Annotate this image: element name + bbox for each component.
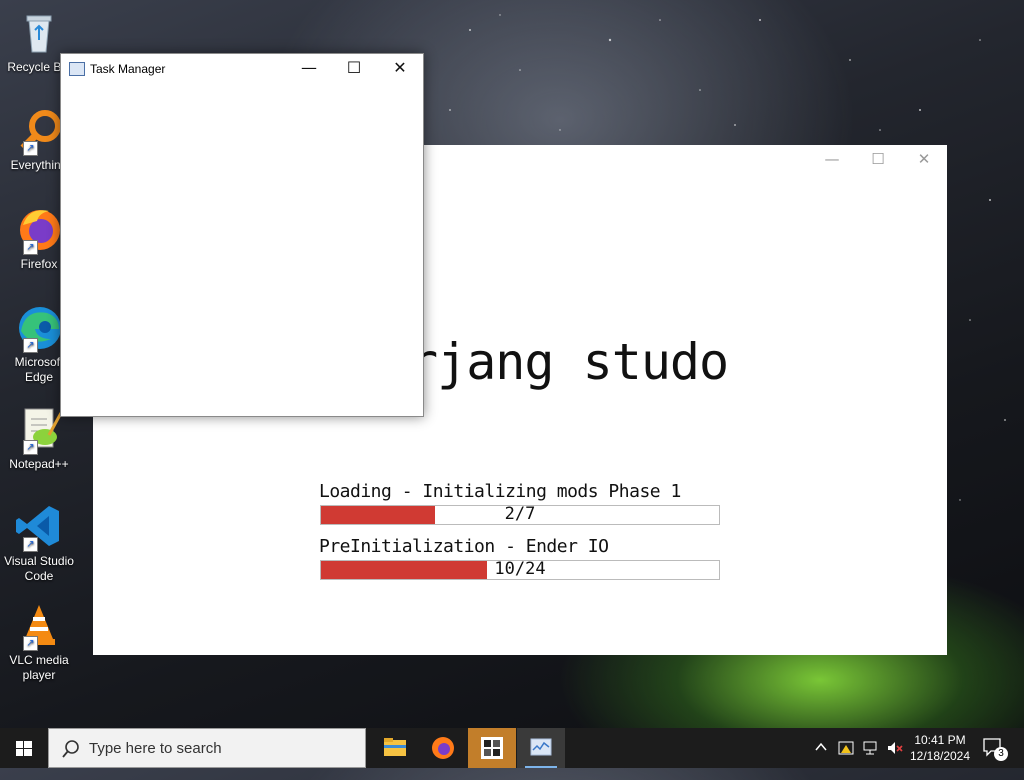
desktop-icon-label: VLC media player (9, 653, 69, 682)
maximize-button[interactable]: ☐ (331, 54, 377, 84)
search-icon (62, 740, 79, 758)
task-manager-window[interactable]: Task Manager — ☐ ✕ (60, 53, 424, 417)
taskbar: Type here to search 10:41 PM 12/18/2024 … (0, 728, 1024, 768)
task-manager-icon (530, 738, 552, 756)
edge-icon: ↗ (15, 303, 63, 353)
close-button[interactable]: ✕ (377, 54, 423, 84)
taskbar-firefox[interactable] (419, 728, 467, 768)
preinit-label: PreInitialization - Ender IO (319, 536, 609, 557)
taskbar-game-app[interactable] (468, 728, 516, 768)
game-maximize-button[interactable]: ☐ (855, 145, 901, 173)
studio-title: rjang studo (408, 333, 729, 391)
notepadpp-icon: ↗ (15, 405, 63, 455)
game-close-button[interactable]: ✕ (901, 145, 947, 173)
desktop-icon-label: Microsoft Edge (14, 355, 64, 384)
firefox-icon (432, 737, 454, 759)
preinit-progress-bar: 10/24 (320, 559, 720, 580)
task-manager-titlebar[interactable]: Task Manager — ☐ ✕ (61, 54, 423, 84)
firefox-icon: ↗ (15, 205, 63, 255)
desktop-icon-label: Everything (10, 158, 68, 172)
progress-count: 10/24 (494, 559, 546, 579)
game-minimize-button[interactable]: — (809, 145, 855, 173)
clock-time: 10:41 PM (914, 733, 966, 747)
taskbar-search-box[interactable]: Type here to search (48, 728, 366, 768)
vscode-icon: ↗ (15, 502, 63, 552)
network-icon[interactable] (862, 739, 880, 779)
taskbar-file-explorer[interactable] (371, 728, 419, 768)
window-title: Task Manager (90, 62, 166, 76)
show-hidden-icons-chevron-up-icon[interactable] (814, 740, 828, 780)
desktop-icon-label: Notepad++ (9, 457, 69, 471)
progress-count: 2/7 (504, 504, 536, 524)
recycle-bin-icon (15, 8, 63, 56)
game-app-icon (481, 737, 503, 759)
shortcut-arrow-icon: ↗ (23, 636, 38, 651)
windows-logo-icon (16, 741, 32, 756)
desktop-icon-vlc[interactable]: ↗ VLC media player (4, 601, 74, 683)
shortcut-arrow-icon: ↗ (23, 440, 38, 455)
file-explorer-icon (384, 738, 406, 756)
desktop-icon-vscode[interactable]: ↗ Visual Studio Code (4, 502, 74, 584)
taskbar-task-manager[interactable] (517, 728, 565, 768)
desktop-icon-label: Visual Studio Code (4, 554, 74, 583)
taskbar-clock[interactable]: 10:41 PM 12/18/2024 (900, 732, 980, 764)
clock-date: 12/18/2024 (909, 749, 971, 763)
notification-count-badge: 3 (994, 747, 1008, 761)
task-manager-icon (69, 62, 85, 76)
shortcut-arrow-icon: ↗ (23, 141, 38, 156)
security-warning-icon[interactable] (838, 739, 856, 779)
search-placeholder: Type here to search (89, 740, 222, 757)
minimize-button[interactable]: — (286, 54, 332, 84)
vlc-icon: ↗ (15, 601, 63, 651)
desktop-icon-label: Firefox (20, 257, 58, 271)
shortcut-arrow-icon: ↗ (23, 240, 38, 255)
notification-center-button[interactable]: 3 (982, 737, 1008, 777)
loading-phase-label: Loading - Initializing mods Phase 1 (319, 481, 681, 502)
shortcut-arrow-icon: ↗ (23, 537, 38, 552)
loading-phase-progress-bar: 2/7 (320, 504, 720, 525)
shortcut-arrow-icon: ↗ (23, 338, 38, 353)
start-button[interactable] (0, 728, 48, 768)
everything-search-icon: ↗ (15, 106, 63, 156)
